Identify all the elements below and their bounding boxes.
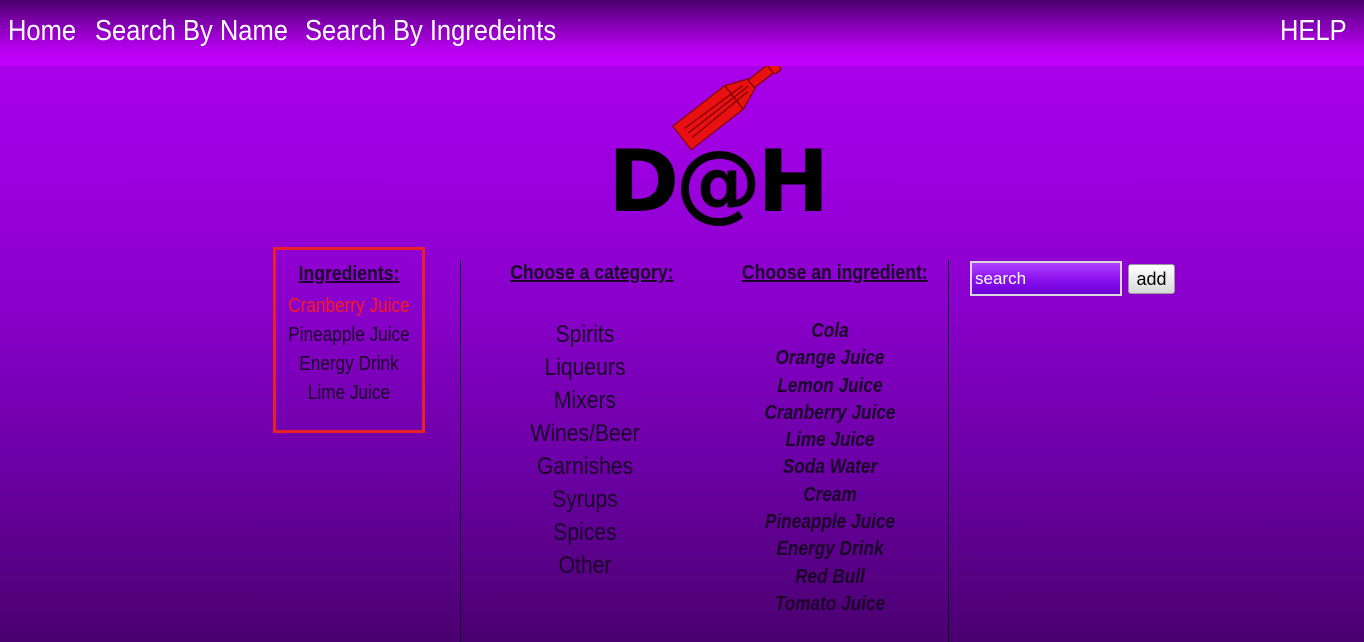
selected-ingredient-item[interactable]: Energy Drink [286, 350, 412, 379]
ingredient-heading: Choose an ingredient: [741, 262, 928, 284]
nav-home-link[interactable]: Home [8, 14, 76, 48]
selected-ingredients-panel: Ingredients: Cranberry Juice Pineapple J… [273, 247, 425, 433]
ingredient-item-energy-drink[interactable]: Energy Drink [753, 536, 908, 563]
category-item-syrups[interactable]: Syrups [515, 483, 656, 516]
nav-help-link[interactable]: HELP [1280, 14, 1347, 48]
ingredient-list: Cola Orange Juice Lemon Juice Cranberry … [740, 318, 920, 618]
ingredient-item-tomato-juice[interactable]: Tomato Juice [753, 591, 908, 618]
category-item-garnishes[interactable]: Garnishes [515, 450, 656, 483]
category-item-wines-beer[interactable]: Wines/Beer [515, 417, 656, 450]
category-item-spirits[interactable]: Spirits [515, 318, 656, 351]
selected-ingredients-heading: Ingredients: [298, 263, 400, 285]
selected-ingredients-list: Cranberry Juice Pineapple Juice Energy D… [276, 292, 422, 408]
ingredient-item-lemon-juice[interactable]: Lemon Juice [753, 373, 908, 400]
search-input[interactable] [970, 261, 1122, 296]
ingredient-item-cream[interactable]: Cream [753, 482, 908, 509]
category-item-other[interactable]: Other [515, 549, 656, 582]
column-divider-left [460, 260, 461, 642]
category-item-spices[interactable]: Spices [515, 516, 656, 549]
ingredient-item-lime-juice[interactable]: Lime Juice [753, 427, 908, 454]
ingredient-item-cranberry-juice[interactable]: Cranberry Juice [753, 400, 908, 427]
column-divider-right [948, 260, 949, 642]
category-list: Spirits Liqueurs Mixers Wines/Beer Garni… [505, 318, 665, 582]
ingredient-item-orange-juice[interactable]: Orange Juice [753, 345, 908, 372]
category-item-liqueurs[interactable]: Liqueurs [515, 351, 656, 384]
ingredient-item-soda-water[interactable]: Soda Water [753, 454, 908, 481]
selected-ingredient-item[interactable]: Pineapple Juice [286, 321, 412, 350]
category-item-mixers[interactable]: Mixers [515, 384, 656, 417]
logo-text: D@H [608, 132, 829, 232]
site-logo: D@H [608, 66, 829, 238]
ingredient-item-red-bull[interactable]: Red Bull [753, 564, 908, 591]
nav-search-by-name-link[interactable]: Search By Name [95, 14, 288, 48]
selected-ingredient-item[interactable]: Lime Juice [286, 379, 412, 408]
top-navigation-bar: Home Search By Name Search By Ingredeint… [0, 0, 1364, 66]
ingredient-item-cola[interactable]: Cola [753, 318, 908, 345]
category-heading: Choose a category: [510, 262, 674, 284]
ingredient-item-pineapple-juice[interactable]: Pineapple Juice [753, 509, 908, 536]
add-button[interactable]: add [1128, 264, 1175, 294]
nav-search-by-ingredients-link[interactable]: Search By Ingredeints [305, 14, 556, 48]
selected-ingredient-item[interactable]: Cranberry Juice [286, 292, 412, 321]
